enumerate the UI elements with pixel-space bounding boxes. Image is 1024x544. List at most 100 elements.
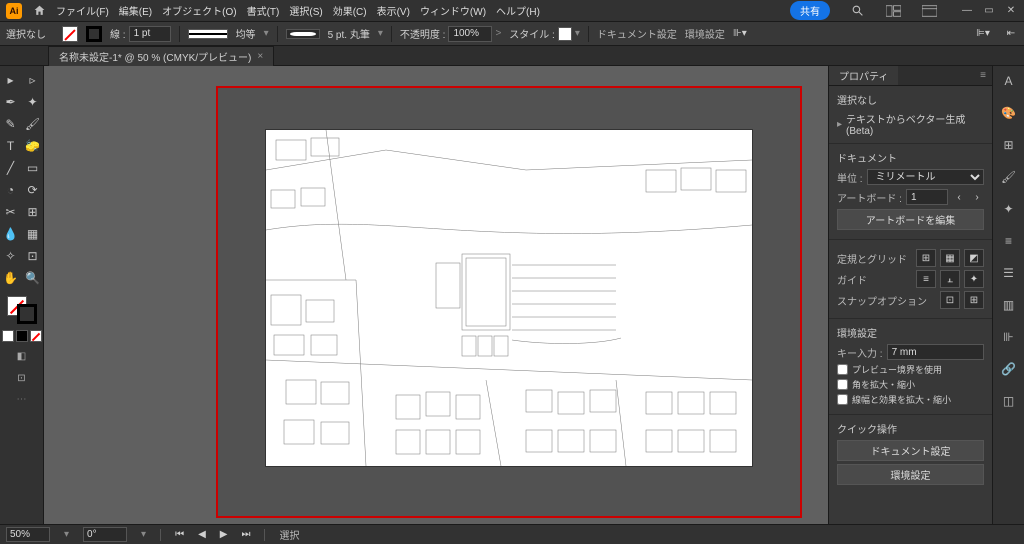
share-button[interactable]: 共有 — [790, 1, 830, 20]
swatches-panel-icon[interactable]: ⊞ — [1000, 136, 1018, 154]
color-mode-gradient[interactable] — [16, 330, 28, 342]
align-panel-icon[interactable]: ⊪ — [1000, 328, 1018, 346]
links-panel-icon[interactable]: 🔗 — [1000, 360, 1018, 378]
brushes-panel-icon[interactable]: 🖌 — [1000, 168, 1018, 186]
snap-point-icon[interactable]: ⊡ — [940, 291, 960, 309]
width-tool[interactable]: ⊞ — [23, 202, 43, 222]
eraser-tool[interactable]: 🧽 — [23, 136, 43, 156]
eyedropper-tool[interactable]: 💧 — [1, 224, 21, 244]
pen-tool[interactable]: ✒ — [1, 92, 21, 112]
stroke-color[interactable] — [17, 304, 37, 324]
scale-strokes-checkbox[interactable]: 線幅と効果を拡大・縮小 — [837, 393, 984, 406]
style-swatch[interactable] — [558, 27, 572, 41]
zoom-tool[interactable]: 🔍 — [23, 268, 43, 288]
artboard-next[interactable]: › — [970, 188, 984, 206]
menu-file[interactable]: ファイル(F) — [56, 3, 109, 18]
color-mode-solid[interactable] — [2, 330, 14, 342]
stroke-profile[interactable] — [188, 29, 228, 39]
stroke-swatch[interactable] — [86, 26, 102, 42]
stroke-width-input[interactable] — [129, 26, 171, 42]
pencil-tool[interactable]: ✎ — [1, 114, 21, 134]
home-icon[interactable] — [32, 4, 46, 18]
direct-selection-tool[interactable]: ▹ — [23, 70, 43, 90]
panel-menu-icon[interactable]: ≡ — [980, 70, 986, 81]
artboard-tool[interactable]: ⊡ — [23, 246, 43, 266]
menu-type[interactable]: 書式(T) — [247, 3, 280, 18]
symbols-panel-icon[interactable]: ✦ — [1000, 200, 1018, 218]
fill-stroke-control[interactable] — [5, 296, 39, 326]
guides-lock-icon[interactable]: ⫠ — [940, 270, 960, 288]
nav-prev-icon[interactable]: ◀ — [198, 529, 206, 540]
draw-mode-icon[interactable]: ◧ — [12, 348, 32, 364]
properties-icon[interactable]: A — [1000, 72, 1018, 90]
type-tool[interactable]: T — [1, 136, 21, 156]
snap-grid-icon[interactable]: ⊞ — [964, 291, 984, 309]
menu-object[interactable]: オブジェクト(O) — [162, 3, 236, 18]
doc-setup-link[interactable]: ドキュメント設定 — [597, 26, 677, 41]
zoom-input[interactable] — [6, 527, 50, 542]
edit-artboard-button[interactable]: アートボードを編集 — [837, 209, 984, 230]
vector-gen-row[interactable]: ▸テキストからベクター生成 (Beta) — [837, 111, 984, 137]
scale-corners-checkbox[interactable]: 角を拡大・縮小 — [837, 378, 984, 391]
artboard-input[interactable] — [906, 189, 948, 205]
artboard-prev[interactable]: ‹ — [952, 188, 966, 206]
scissors-tool[interactable]: ✂ — [1, 202, 21, 222]
color-mode-none[interactable] — [30, 330, 42, 342]
quick-doc-setup-button[interactable]: ドキュメント設定 — [837, 440, 984, 461]
menu-edit[interactable]: 編集(E) — [119, 3, 152, 18]
screen-mode-icon[interactable]: ⊡ — [12, 370, 32, 386]
menu-view[interactable]: 表示(V) — [377, 3, 410, 18]
edit-toolbar-icon[interactable]: ⋯ — [17, 394, 27, 405]
gradient-tool[interactable]: ▦ — [23, 224, 43, 244]
minimize-button[interactable]: — — [960, 5, 974, 16]
menu-effect[interactable]: 効果(C) — [333, 3, 367, 18]
options-bar: 選択なし 線 : 均等 ▾ 5 pt. 丸筆 ▾ 不透明度 : > スタイル :… — [0, 22, 1024, 46]
key-input[interactable] — [887, 344, 984, 360]
libraries-panel-icon[interactable]: ▥ — [1000, 296, 1018, 314]
guides-show-icon[interactable]: ≡ — [916, 270, 936, 288]
properties-tab[interactable]: プロパティ — [829, 66, 898, 85]
transform-panel-icon[interactable]: ◫ — [1000, 392, 1018, 410]
ruler-toggle-icon[interactable]: ⊞ — [916, 249, 936, 267]
canvas[interactable] — [44, 66, 828, 524]
opacity-input[interactable] — [448, 26, 492, 42]
curvature-tool[interactable]: ✦ — [23, 92, 43, 112]
color-panel-icon[interactable]: 🎨 — [1000, 104, 1018, 122]
maximize-button[interactable]: ▭ — [982, 5, 996, 16]
nav-next-icon[interactable]: ▶ — [220, 529, 228, 540]
hand-tool[interactable]: ✋ — [1, 268, 21, 288]
shape-builder-tool[interactable]: ◔ — [1, 180, 21, 200]
unit-select[interactable]: ミリメートル — [867, 169, 984, 185]
close-button[interactable]: ✕ — [1004, 5, 1018, 16]
search-icon[interactable] — [848, 4, 866, 18]
rotation-input[interactable] — [83, 527, 127, 542]
more-options-icon[interactable]: ⊫▾ — [976, 28, 990, 39]
fill-swatch[interactable] — [62, 26, 78, 42]
paintbrush-tool[interactable]: 🖌 — [23, 114, 43, 134]
transparency-grid-icon[interactable]: ◩ — [964, 249, 984, 267]
line-tool[interactable]: ╱ — [1, 158, 21, 178]
tab-close-icon[interactable]: × — [257, 51, 263, 62]
symbol-tool[interactable]: ✧ — [1, 246, 21, 266]
panel-toggle-icon[interactable]: ⇤ — [1004, 28, 1018, 39]
arrange-icon[interactable] — [884, 4, 902, 18]
menu-window[interactable]: ウィンドウ(W) — [420, 3, 486, 18]
align-icon[interactable]: ⊪▾ — [733, 28, 747, 39]
grid-toggle-icon[interactable]: ▦ — [940, 249, 960, 267]
rectangle-tool[interactable]: ▭ — [23, 158, 43, 178]
layers-panel-icon[interactable]: ☰ — [1000, 264, 1018, 282]
brush-preview[interactable] — [286, 29, 320, 39]
workspace-icon[interactable] — [920, 4, 938, 18]
nav-last-icon[interactable]: ⏭ — [241, 529, 250, 540]
rotate-tool[interactable]: ⟳ — [23, 180, 43, 200]
menu-help[interactable]: ヘルプ(H) — [496, 3, 540, 18]
preview-bounds-checkbox[interactable]: プレビュー境界を使用 — [837, 363, 984, 376]
smart-guides-icon[interactable]: ✦ — [964, 270, 984, 288]
nav-first-icon[interactable]: ⏮ — [175, 529, 184, 540]
prefs-link[interactable]: 環境設定 — [685, 26, 725, 41]
menu-select[interactable]: 選択(S) — [289, 3, 322, 18]
document-tab[interactable]: 名称未設定-1* @ 50 % (CMYK/プレビュー) × — [48, 46, 274, 66]
stroke-panel-icon[interactable]: ≡ — [1000, 232, 1018, 250]
quick-prefs-button[interactable]: 環境設定 — [837, 464, 984, 485]
selection-tool[interactable]: ▸ — [1, 70, 21, 90]
